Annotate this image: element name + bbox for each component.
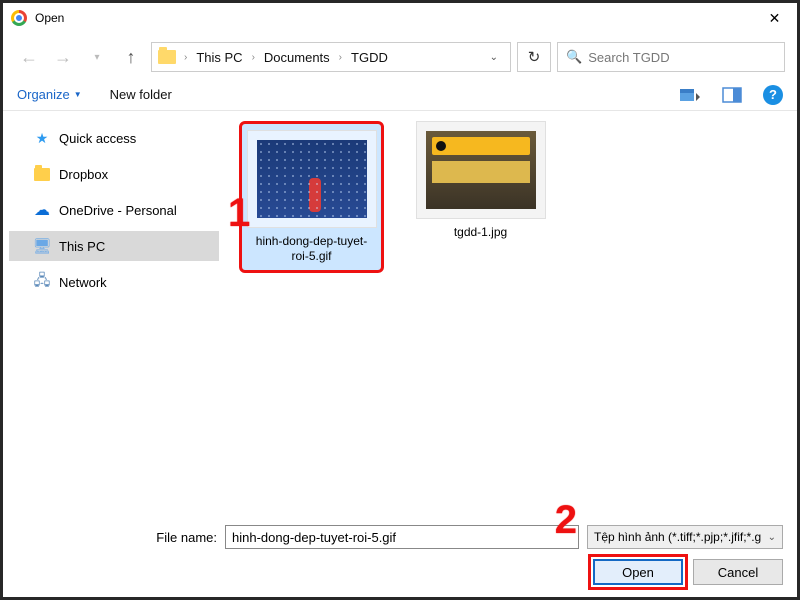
sidebar-item-label: Network [59, 275, 107, 290]
file-item-selected[interactable]: hinh-dong-dep-tuyet-roi-5.gif [239, 121, 384, 273]
organize-menu[interactable]: Organize ▼ [17, 87, 82, 102]
search-placeholder: Search TGDD [588, 50, 669, 65]
chevron-down-icon: ▼ [74, 90, 82, 99]
recent-dropdown[interactable]: ▾ [83, 43, 111, 71]
sidebar-item-this-pc[interactable]: 🖥 This PC [9, 231, 219, 261]
back-button[interactable]: ← [15, 43, 43, 71]
sidebar: ★ Quick access Dropbox ☁ OneDrive - Pers… [3, 111, 225, 517]
organize-label: Organize [17, 87, 70, 102]
help-button[interactable]: ? [763, 85, 783, 105]
search-icon: 🔍 [566, 49, 582, 65]
computer-icon: 🖥 [33, 237, 51, 255]
cancel-button[interactable]: Cancel [693, 559, 783, 585]
sidebar-item-label: Quick access [59, 131, 136, 146]
file-thumbnail [416, 121, 546, 219]
sidebar-item-onedrive[interactable]: ☁ OneDrive - Personal [9, 195, 219, 225]
view-mode-button[interactable] [679, 85, 701, 105]
filename-label: File name: [17, 530, 217, 545]
breadcrumb-documents[interactable]: Documents [261, 48, 333, 67]
filetype-label: Tệp hình ảnh (*.tiff;*.pjp;*.jfif;*.g [594, 530, 761, 544]
filename-input[interactable] [225, 525, 579, 549]
forward-button[interactable]: → [49, 43, 77, 71]
chevron-down-icon: ⌄ [768, 532, 776, 543]
filetype-dropdown[interactable]: Tệp hình ảnh (*.tiff;*.pjp;*.jfif;*.g ⌄ [587, 525, 783, 549]
file-pane[interactable]: hinh-dong-dep-tuyet-roi-5.gif tgdd-1.jpg [225, 111, 797, 517]
file-name: tgdd-1.jpg [454, 225, 507, 240]
cloud-icon: ☁ [33, 201, 51, 219]
sidebar-item-label: This PC [59, 239, 105, 254]
address-dropdown[interactable]: ⌄ [484, 48, 504, 67]
file-name: hinh-dong-dep-tuyet-roi-5.gif [248, 234, 375, 264]
file-thumbnail [247, 130, 377, 228]
preview-pane-button[interactable] [721, 85, 743, 105]
folder-icon [158, 50, 176, 64]
refresh-button[interactable]: ↻ [517, 42, 551, 72]
sidebar-item-label: OneDrive - Personal [59, 203, 177, 218]
up-button[interactable]: ↑ [117, 43, 145, 71]
search-input[interactable]: 🔍 Search TGDD [557, 42, 785, 72]
sidebar-item-network[interactable]: 🖧 Network [9, 267, 219, 297]
open-button[interactable]: Open [593, 559, 683, 585]
star-icon: ★ [33, 129, 51, 147]
sidebar-item-dropbox[interactable]: Dropbox [9, 159, 219, 189]
chevron-right-icon: › [339, 52, 342, 63]
file-item[interactable]: tgdd-1.jpg [408, 121, 553, 240]
new-folder-button[interactable]: New folder [110, 87, 172, 102]
chrome-icon [11, 10, 27, 26]
title-bar: Open ✕ [3, 3, 797, 33]
toolbar: Organize ▼ New folder ? [3, 75, 797, 111]
breadcrumb-this-pc[interactable]: This PC [193, 48, 245, 67]
breadcrumb-tgdd[interactable]: TGDD [348, 48, 391, 67]
address-bar[interactable]: › This PC › Documents › TGDD ⌄ [151, 42, 511, 72]
callout-1: 1 [228, 191, 250, 236]
sidebar-item-label: Dropbox [59, 167, 108, 182]
window-title: Open [35, 11, 64, 25]
network-icon: 🖧 [33, 273, 51, 291]
folder-icon [33, 165, 51, 183]
chevron-right-icon: › [184, 52, 187, 63]
sidebar-item-quick-access[interactable]: ★ Quick access [9, 123, 219, 153]
callout-2: 2 [555, 498, 577, 543]
chevron-right-icon: › [252, 52, 255, 63]
footer: 2 File name: Tệp hình ảnh (*.tiff;*.pjp;… [3, 517, 797, 597]
close-button[interactable]: ✕ [752, 3, 797, 33]
nav-row: ← → ▾ ↑ › This PC › Documents › TGDD ⌄ ↻… [3, 39, 797, 75]
